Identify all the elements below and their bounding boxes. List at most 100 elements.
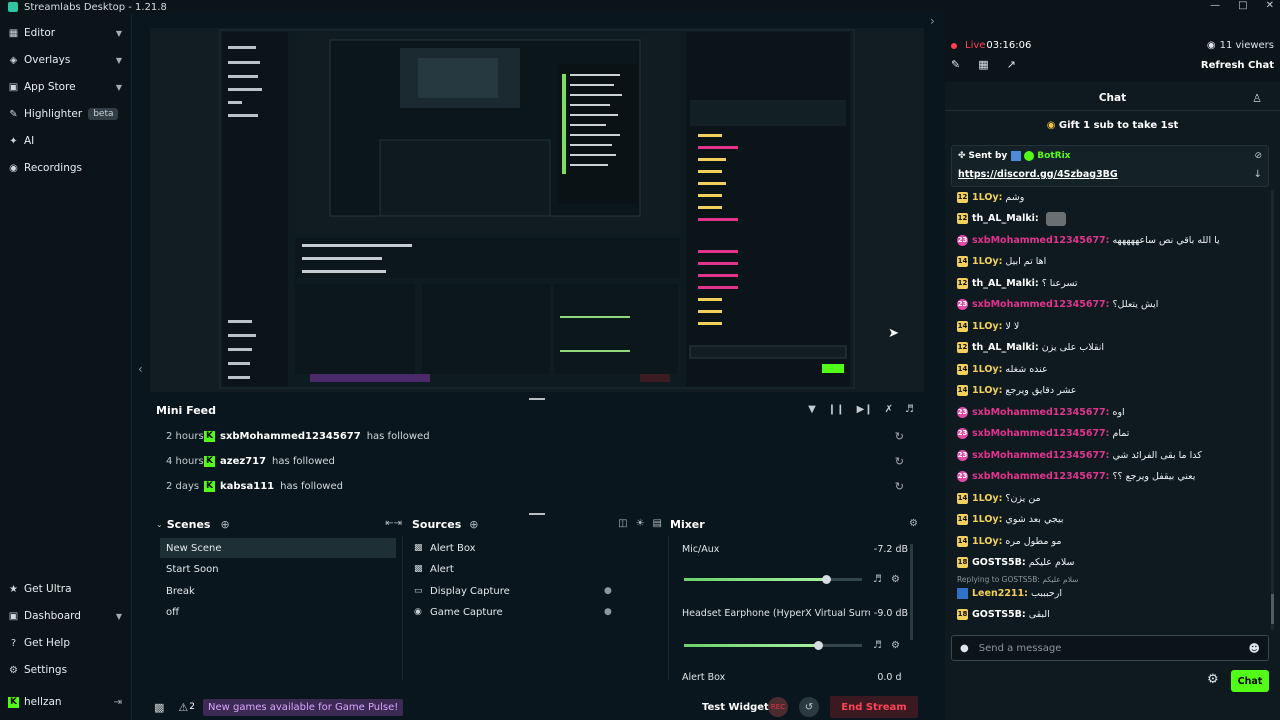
sidebar-item-editor[interactable]: ▦ Editor ▼	[8, 22, 126, 44]
logout-icon[interactable]: ⇥	[114, 697, 122, 708]
edit-icon[interactable]: ✎	[951, 58, 960, 71]
close-icon[interactable]: ✕	[1266, 0, 1274, 11]
sidebar-item-settings[interactable]: ⚙ Settings	[8, 659, 126, 681]
unpin-icon[interactable]: ⊘	[1254, 151, 1262, 161]
popout-icon[interactable]: ↗	[1007, 58, 1016, 71]
user-profile[interactable]: K hellzan ⇥	[8, 691, 126, 713]
scene-item[interactable]: New Scene	[160, 538, 396, 558]
replay-icon[interactable]: ↻	[895, 430, 904, 443]
chat-username[interactable]: sxbMohammed12345677:	[972, 407, 1109, 418]
source-folder-icon[interactable]: ◫	[618, 518, 627, 529]
minimize-icon[interactable]: —	[1210, 0, 1220, 11]
sidebar-item-dashboard[interactable]: ▣ Dashboard ▼	[8, 605, 126, 627]
end-stream-button[interactable]: End Stream	[830, 696, 918, 718]
scrollbar[interactable]	[910, 544, 913, 640]
chat-settings-gear-icon[interactable]: ⚙	[1207, 672, 1219, 687]
refresh-chat-button[interactable]: Refresh Chat	[1201, 60, 1274, 71]
source-settings-icon[interactable]: ☀	[636, 518, 645, 529]
emoji-icon[interactable]: ☻	[1249, 642, 1260, 655]
scene-item[interactable]: off	[160, 602, 396, 622]
expand-icon[interactable]: ↓	[1254, 169, 1262, 180]
chat-username[interactable]: 1LOy:	[972, 256, 1002, 267]
lock-icon[interactable]: ●	[604, 586, 612, 596]
sidebar-item-overlays[interactable]: ◈ Overlays ▼	[8, 49, 126, 71]
sidebar-item-ai[interactable]: ✦ AI	[8, 130, 126, 152]
pause-icon[interactable]: ❙❙	[828, 404, 845, 415]
maximize-icon[interactable]: □	[1238, 0, 1247, 11]
chat-username[interactable]: sxbMohammed12345677:	[972, 235, 1109, 246]
filter-icon[interactable]: ▼	[808, 404, 816, 415]
chat-input[interactable]: ● Send a message ☻	[951, 635, 1269, 661]
chat-username[interactable]: sxbMohammed12345677:	[972, 450, 1109, 461]
chat-username[interactable]: 1LOy:	[972, 321, 1002, 332]
speaker-icon[interactable]: ♬	[873, 574, 882, 585]
add-source-icon[interactable]: ⊕	[469, 518, 478, 531]
dashboard-icon[interactable]: ▦	[978, 58, 988, 71]
source-item[interactable]: ▩ Alert Box	[414, 538, 600, 558]
chat-username[interactable]: GOSTS5B:	[972, 609, 1026, 620]
chat-username[interactable]: 1LOy:	[972, 493, 1002, 504]
chat-username[interactable]: 1LOy:	[972, 536, 1002, 547]
scene-transition-icon[interactable]: ⇤⇥	[385, 518, 402, 529]
stream-preview[interactable]: ‹ › ➤	[138, 14, 935, 392]
replay-buffer-icon[interactable]: ↺	[799, 697, 819, 717]
mute-alerts-icon[interactable]: ✗	[885, 404, 893, 415]
folder-icon[interactable]: ▤	[653, 518, 662, 529]
verified-icon	[1024, 151, 1035, 161]
users-icon[interactable]: ♙	[1252, 92, 1262, 105]
chat-username[interactable]: sxbMohammed12345677:	[972, 471, 1109, 482]
chat-text: اها تم ابيل	[1005, 256, 1047, 267]
rec-button[interactable]: REC	[768, 697, 788, 717]
sidebar-item-highlighter[interactable]: ✎ Highlighter beta	[8, 103, 126, 125]
chat-scrollbar[interactable]	[1271, 594, 1274, 624]
volume-knob[interactable]	[814, 641, 823, 650]
sidebar-item-get-ultra[interactable]: ★ Get Ultra	[8, 578, 126, 600]
gift-banner[interactable]: ◉ Gift 1 sub to take 1st	[945, 120, 1280, 131]
chat-username[interactable]: sxbMohammed12345677:	[972, 299, 1109, 310]
skip-icon[interactable]: ▶❙	[857, 404, 873, 415]
chat-username[interactable]: 1LOy:	[972, 364, 1002, 375]
chat-username[interactable]: th_AL_Malki:	[972, 278, 1039, 289]
chat-username[interactable]: sxbMohammed12345677:	[972, 428, 1109, 439]
volume-knob[interactable]	[822, 575, 831, 584]
stats-icon[interactable]: ▩	[154, 701, 164, 714]
gear-icon[interactable]: ⚙	[909, 518, 918, 529]
chat-username[interactable]: GOSTS5B:	[972, 557, 1026, 568]
replay-icon[interactable]: ↻	[895, 480, 904, 493]
collapse-right-icon[interactable]: ›	[930, 14, 935, 28]
pinned-link[interactable]: https://discord.gg/4Szbag3BG	[958, 169, 1118, 180]
volume-slider[interactable]	[684, 575, 862, 584]
chevron-down-icon[interactable]: ⌄	[156, 520, 163, 529]
scene-item[interactable]: Start Soon	[160, 559, 396, 579]
sidebar-item-recordings[interactable]: ◉ Recordings	[8, 157, 126, 179]
source-item[interactable]: ▩ Alert	[414, 559, 600, 579]
chat-username[interactable]: 1LOy:	[972, 192, 1002, 203]
chat-username[interactable]: 1LOy:	[972, 385, 1002, 396]
warning-icon[interactable]: ⚠	[178, 701, 188, 714]
source-item[interactable]: ◉ Game Capture ●	[414, 602, 612, 622]
add-scene-icon[interactable]: ⊕	[220, 518, 229, 531]
game-pulse-banner[interactable]: New games available for Game Pulse!	[203, 698, 404, 716]
chat-username[interactable]: 1LOy:	[972, 514, 1002, 525]
lock-icon[interactable]: ●	[604, 607, 612, 617]
chat-message: 14 1LOy: من يزن؟	[957, 489, 1269, 507]
sidebar-item-get-help[interactable]: ? Get Help	[8, 632, 126, 654]
scene-item[interactable]: Break	[160, 581, 396, 601]
replay-icon[interactable]: ↻	[895, 455, 904, 468]
source-item[interactable]: ▭ Display Capture ●	[414, 581, 612, 601]
feed-user[interactable]: kabsa111	[220, 481, 274, 492]
volume-icon[interactable]: ♬	[905, 404, 914, 415]
gear-icon[interactable]: ⚙	[891, 640, 900, 651]
chat-username[interactable]: Leen2211:	[972, 588, 1028, 599]
volume-slider[interactable]	[684, 641, 862, 650]
chat-send-button[interactable]: Chat	[1231, 670, 1269, 692]
speaker-icon[interactable]: ♬	[873, 640, 882, 651]
collapse-left-icon[interactable]: ‹	[138, 362, 143, 376]
chat-username[interactable]: th_AL_Malki:	[972, 342, 1039, 353]
mini-feed-title: Mini Feed	[156, 404, 217, 417]
gear-icon[interactable]: ⚙	[891, 574, 900, 585]
feed-user[interactable]: azez717	[220, 456, 266, 467]
sidebar-item-app-store[interactable]: ▣ App Store ▼	[8, 76, 126, 98]
feed-user[interactable]: sxbMohammed12345677	[220, 431, 361, 442]
chat-username[interactable]: th_AL_Malki:	[972, 213, 1039, 224]
